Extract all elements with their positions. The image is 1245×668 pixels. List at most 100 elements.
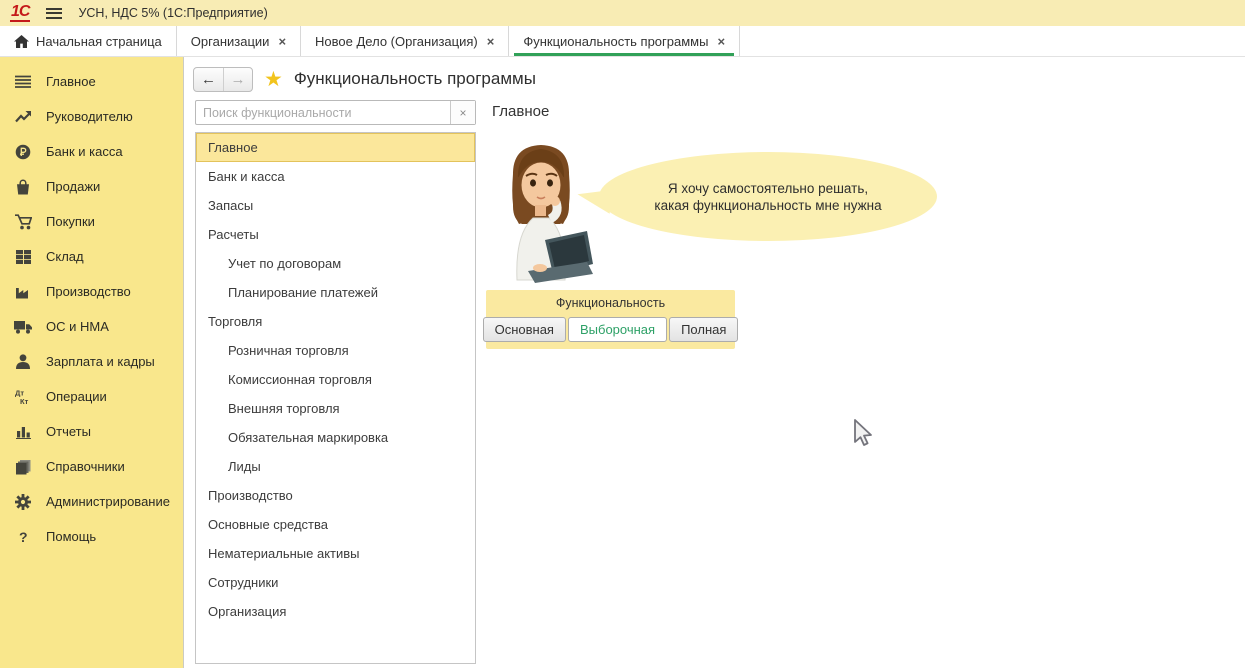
list-item[interactable]: Торговля [196,307,475,336]
person-icon [13,354,33,369]
list-item[interactable]: Нематериальные активы [196,539,475,568]
sidebar-item[interactable]: Склад [0,239,183,274]
section-content: Главное [476,97,1245,349]
speech-bubble: Я хочу самостоятельно решать, какая функ… [599,152,937,241]
sidebar-item[interactable]: ОС и НМА [0,309,183,344]
list-item[interactable]: Организация [196,597,475,626]
back-button[interactable]: ← [194,68,223,91]
sidebar-item[interactable]: Отчеты [0,414,183,449]
sidebar-item-label: Банк и касса [46,144,123,159]
list-item[interactable]: Запасы [196,191,475,220]
search-box: × [195,100,476,125]
truck-icon [13,320,33,334]
close-icon[interactable]: × [278,35,286,48]
sidebar-item-label: Главное [46,74,96,89]
assistant-avatar [488,140,594,285]
sidebar-item[interactable]: Зарплата и кадры [0,344,183,379]
functionality-section-list: Главное Банк и касса Запасы Расчеты Учет… [195,132,476,664]
list-item[interactable]: Расчеты [196,220,475,249]
list-item[interactable]: Внешняя торговля [196,394,475,423]
speech-bubble-text: Я хочу самостоятельно решать, [668,180,868,197]
list-item[interactable]: Обязательная маркировка [196,423,475,452]
sidebar-item[interactable]: ДтКт Операции [0,379,183,414]
tab-label: Новое Дело (Организация) [315,34,478,49]
bag-icon [13,179,33,195]
sidebar-item-label: Производство [46,284,131,299]
ruble-icon [13,144,33,160]
functionality-panel-title: Функциональность [490,296,731,310]
tab[interactable]: Начальная страница × [0,26,177,56]
sidebar-item-label: Продажи [46,179,100,194]
chart-icon [13,425,33,439]
dtkt-icon: ДтКт [13,388,33,405]
factory-icon [13,285,33,299]
tab-label: Организации [191,34,270,49]
svg-text:Кт: Кт [20,397,29,405]
list-item[interactable]: Главное [196,133,475,162]
assistant-illustration-row: Я хочу самостоятельно решать, какая функ… [492,140,1245,288]
sidebar-item[interactable]: Администрирование [0,484,183,519]
list-item[interactable]: Розничная торговля [196,336,475,365]
functionality-panel: Функциональность Основная Выборочная Пол… [486,290,735,349]
tab[interactable]: Новое Дело (Организация) × [301,26,509,56]
1c-logo: 1С [10,4,30,23]
home-icon [14,35,29,48]
tab-bar: Начальная страница × Организации × Новое… [0,26,1245,57]
functionality-option-button[interactable]: Выборочная [568,317,667,342]
search-input[interactable] [196,106,450,120]
sidebar-item[interactable]: Производство [0,274,183,309]
sidebar-item[interactable]: Банк и касса [0,134,183,169]
page-header: ← → ★ Функциональность программы [184,57,1245,97]
sidebar-item[interactable]: Справочники [0,449,183,484]
menu-icon [13,75,33,88]
list-item[interactable]: Планирование платежей [196,278,475,307]
page-title: Функциональность программы [294,69,536,89]
search-clear-icon[interactable]: × [450,101,475,124]
functionality-nav-column: × Главное Банк и касса Запасы Расчеты Уч… [195,97,476,664]
list-item[interactable]: Лиды [196,452,475,481]
question-icon: ? [13,529,33,544]
sidebar-item-label: Помощь [46,529,96,544]
svg-text:?: ? [19,529,28,544]
gear-icon [13,494,33,510]
tab-label: Функциональность программы [523,34,708,49]
close-icon[interactable]: × [487,35,495,48]
main-menu-icon[interactable] [46,8,62,19]
sidebar-item-label: Администрирование [46,494,170,509]
sidebar-item-label: Операции [46,389,107,404]
favorite-star-icon[interactable]: ★ [264,69,283,90]
section-title: Главное [492,103,1245,121]
functionality-options: Основная Выборочная Полная [490,317,731,342]
speech-bubble-text: какая функциональность мне нужна [654,197,881,214]
window-title: УСН, НДС 5% (1С:Предприятие) [78,6,267,20]
forward-button[interactable]: → [223,68,252,91]
sidebar-item[interactable]: ? Помощь [0,519,183,554]
tab[interactable]: Функциональность программы × [509,26,740,56]
sidebar-item[interactable]: Покупки [0,204,183,239]
sidebar-item[interactable]: Главное [0,64,183,99]
sidebar-item[interactable]: Продажи [0,169,183,204]
functionality-option-button[interactable]: Основная [483,317,566,342]
functionality-option-button[interactable]: Полная [669,317,738,342]
sidebar-item-label: Зарплата и кадры [46,354,155,369]
sidebar-item-label: Руководителю [46,109,133,124]
list-item[interactable]: Производство [196,481,475,510]
list-item[interactable]: Банк и касса [196,162,475,191]
list-item[interactable]: Основные средства [196,510,475,539]
sidebar: Главное Руководителю Банк и касса Продаж… [0,57,184,668]
window-titlebar: 1С УСН, НДС 5% (1С:Предприятие) [0,0,1245,26]
tab[interactable]: Организации × [177,26,301,56]
list-item[interactable]: Комиссионная торговля [196,365,475,394]
tab-label: Начальная страница [36,34,162,49]
main-content: ← → ★ Функциональность программы × Главн… [184,57,1245,668]
sidebar-item-label: Справочники [46,459,125,474]
sidebar-item-label: ОС и НМА [46,319,109,334]
trend-icon [13,110,33,123]
close-icon[interactable]: × [717,35,725,48]
sidebar-item-label: Отчеты [46,424,91,439]
cart-icon [13,214,33,230]
grid-icon [13,250,33,264]
list-item[interactable]: Учет по договорам [196,249,475,278]
sidebar-item[interactable]: Руководителю [0,99,183,134]
list-item[interactable]: Сотрудники [196,568,475,597]
